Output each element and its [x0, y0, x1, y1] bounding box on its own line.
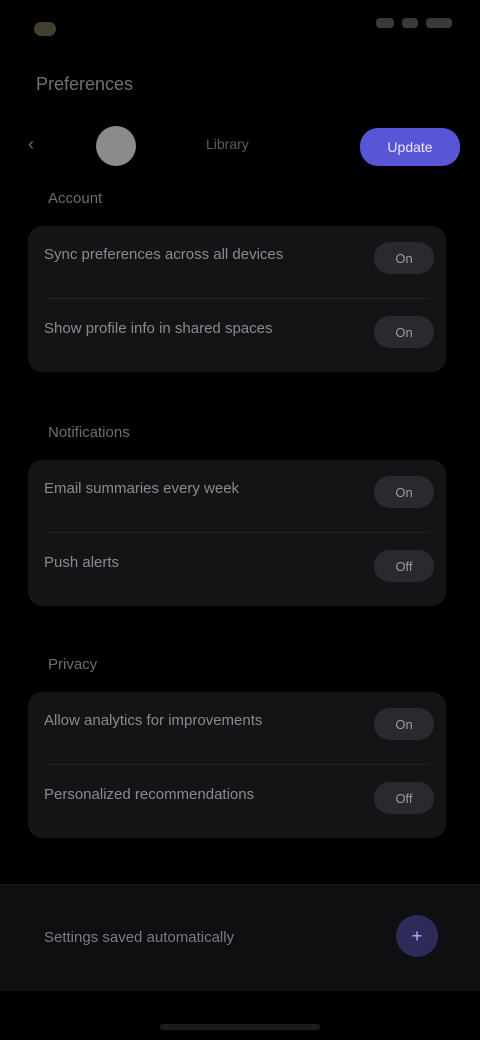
toggle-button[interactable]: On [374, 242, 434, 274]
plus-icon[interactable]: + [396, 915, 438, 957]
toggle-button[interactable]: Off [374, 550, 434, 582]
toggle-button[interactable]: Off [374, 782, 434, 814]
bottom-status-text: Settings saved automatically [44, 929, 235, 946]
card-notifications: Email summaries every week On Push alert… [28, 460, 446, 606]
row-label: Personalized recommendations [44, 786, 255, 803]
list-item[interactable]: Email summaries every week On [28, 464, 446, 524]
list-item[interactable]: Allow analytics for improvements On [28, 696, 446, 756]
list-item[interactable]: Show profile info in shared spaces On [28, 304, 446, 364]
row-label: Sync preferences across all devices [44, 246, 284, 263]
status-bar [0, 0, 480, 56]
row-label: Push alerts [44, 554, 120, 571]
toggle-button[interactable]: On [374, 476, 434, 508]
divider [44, 532, 430, 533]
toggle-button[interactable]: On [374, 316, 434, 348]
toolbar-label: Library [206, 136, 249, 152]
list-item[interactable]: Personalized recommendations Off [28, 770, 446, 830]
row-label: Email summaries every week [44, 480, 240, 497]
divider [44, 298, 430, 299]
page-title: Preferences [36, 74, 134, 94]
signal-icon [376, 18, 394, 28]
toggle-button[interactable]: On [374, 708, 434, 740]
avatar[interactable] [96, 126, 136, 166]
chevron-left-icon[interactable]: ‹ [28, 134, 34, 155]
section-title-account: Account [48, 190, 103, 207]
update-button[interactable]: Update [360, 128, 460, 166]
status-icons [376, 18, 452, 28]
card-privacy: Allow analytics for improvements On Pers… [28, 692, 446, 838]
row-label: Show profile info in shared spaces [44, 320, 273, 337]
card-account: Sync preferences across all devices On S… [28, 226, 446, 372]
row-label: Allow analytics for improvements [44, 712, 263, 729]
status-time-pill [34, 22, 56, 36]
divider [44, 764, 430, 765]
wifi-icon [402, 18, 418, 28]
top-toolbar: ‹ Library Update [0, 118, 480, 178]
home-indicator [160, 1024, 320, 1030]
list-item[interactable]: Push alerts Off [28, 538, 446, 598]
section-title-notifications: Notifications [48, 424, 130, 441]
list-item[interactable]: Sync preferences across all devices On [28, 230, 446, 290]
battery-icon [426, 18, 452, 28]
section-title-privacy: Privacy [48, 656, 98, 673]
bottom-bar: Settings saved automatically + [0, 884, 480, 991]
